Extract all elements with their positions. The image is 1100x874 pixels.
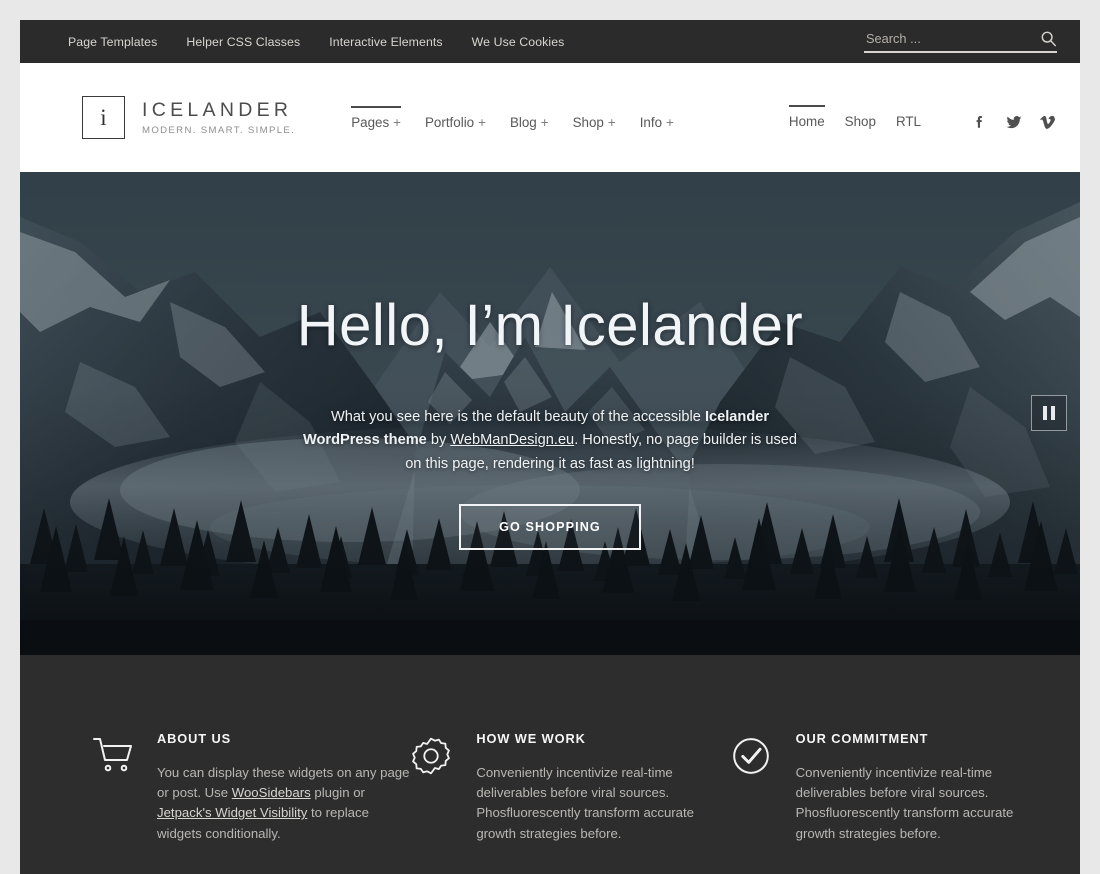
nav-label-portfolio: Portfolio: [425, 114, 475, 130]
shopping-cart-icon: [92, 731, 136, 874]
hero-content: Hello, I’m Icelander What you see here i…: [20, 172, 1080, 550]
topbar-link-interactive-elements[interactable]: Interactive Elements: [329, 35, 442, 49]
hero-slider: Hello, I’m Icelander What you see here i…: [20, 172, 1080, 655]
nav-item-portfolio[interactable]: Portfolio +: [413, 106, 498, 130]
secnav-label-home[interactable]: Home: [788, 104, 825, 129]
nav-item-shop[interactable]: Shop +: [561, 106, 628, 130]
secnav-label-shop[interactable]: Shop: [845, 105, 876, 129]
pause-bar-left: [1043, 406, 1047, 420]
topbar-link-page-templates[interactable]: Page Templates: [68, 35, 157, 49]
pause-bar-right: [1051, 406, 1055, 420]
nav-label-blog: Blog: [509, 114, 537, 130]
widget-text-our-commitment: Conveniently incentivize real-time deliv…: [795, 765, 1014, 841]
secnav-item-shop[interactable]: Shop: [835, 105, 886, 129]
primary-navigation: Pages + Portfolio + Blog + Shop + Info +: [339, 105, 686, 130]
topbar-item-we-use-cookies[interactable]: We Use Cookies: [472, 33, 565, 51]
facebook-icon[interactable]: [971, 113, 988, 131]
top-bar-menu: Page Templates Helper CSS Classes Intera…: [68, 33, 564, 51]
widget-body-about-us: ABOUT US You can display these widgets o…: [157, 731, 411, 874]
hero-text-part-2: by: [426, 432, 451, 449]
gear-icon: [411, 731, 455, 874]
nav-label-info: Info: [639, 114, 663, 130]
nav-expand-icon-pages[interactable]: +: [393, 115, 401, 130]
nav-expand-icon-shop[interactable]: +: [608, 115, 616, 130]
nav-expand-icon-info[interactable]: +: [666, 115, 674, 130]
widget-body-how-we-work: HOW WE WORK Conveniently incentivize rea…: [476, 731, 730, 874]
link-jetpack-widget-visibility[interactable]: Jetpack's Widget Visibility: [157, 805, 307, 820]
widget-text-about-us: You can display these widgets on any pag…: [157, 763, 411, 844]
social-links: [971, 105, 1057, 131]
widget-how-we-work: HOW WE WORK Conveniently incentivize rea…: [411, 731, 730, 874]
logo-text: ICELANDER MODERN. SMART. SIMPLE.: [142, 99, 295, 136]
twitter-icon[interactable]: [1005, 113, 1023, 131]
widget-title-about-us: ABOUT US: [157, 731, 232, 746]
go-shopping-button[interactable]: GO SHOPPING: [459, 503, 641, 550]
widget-title-our-commitment: OUR COMMITMENT: [795, 731, 929, 746]
topbar-item-helper-css-classes[interactable]: Helper CSS Classes: [186, 33, 300, 51]
pause-icon[interactable]: [1031, 395, 1067, 431]
topbar-link-we-use-cookies[interactable]: We Use Cookies: [472, 35, 565, 49]
logo-mark-icon: i: [82, 96, 125, 139]
site-header: i ICELANDER MODERN. SMART. SIMPLE. Pages…: [20, 63, 1080, 172]
site-title: ICELANDER: [142, 99, 293, 121]
nav-item-pages[interactable]: Pages +: [339, 105, 413, 130]
nav-item-blog[interactable]: Blog +: [498, 106, 561, 130]
secnav-item-rtl[interactable]: RTL: [886, 105, 931, 129]
hero-link-webmandesign[interactable]: WebManDesign.eu: [450, 432, 574, 448]
secnav-label-rtl[interactable]: RTL: [896, 105, 921, 129]
nav-expand-icon-blog[interactable]: +: [541, 115, 549, 130]
secnav-item-home[interactable]: Home: [779, 104, 835, 129]
hero-text-part-1: What you see here is the default beauty …: [330, 408, 705, 425]
widget-body-our-commitment: OUR COMMITMENT Conveniently incentivize …: [796, 731, 1050, 874]
widget-text-how-we-work: Conveniently incentivize real-time deliv…: [476, 765, 695, 841]
widget-text-part-2: plugin or: [310, 785, 365, 801]
vimeo-icon[interactable]: [1040, 113, 1057, 131]
nav-expand-icon-portfolio[interactable]: +: [478, 115, 486, 130]
widget-title-how-we-work: HOW WE WORK: [476, 731, 586, 746]
site-container: Page Templates Helper CSS Classes Intera…: [20, 20, 1080, 874]
topbar-item-interactive-elements[interactable]: Interactive Elements: [329, 33, 442, 51]
site-logo[interactable]: i ICELANDER MODERN. SMART. SIMPLE.: [82, 96, 295, 139]
top-bar: Page Templates Helper CSS Classes Intera…: [20, 20, 1080, 63]
widget-about-us: ABOUT US You can display these widgets o…: [92, 731, 411, 874]
site-tagline: MODERN. SMART. SIMPLE.: [142, 125, 296, 136]
link-woosidebars[interactable]: WooSidebars: [232, 785, 311, 800]
hero-description: What you see here is the default beauty …: [300, 406, 800, 476]
footer-widget-area: ABOUT US You can display these widgets o…: [20, 655, 1080, 874]
search-icon[interactable]: [1040, 30, 1057, 47]
check-circle-icon: [731, 731, 775, 874]
nav-item-info[interactable]: Info +: [628, 106, 686, 130]
widget-our-commitment: OUR COMMITMENT Conveniently incentivize …: [731, 731, 1050, 874]
nav-label-shop: Shop: [572, 114, 604, 130]
search-input[interactable]: [864, 31, 1040, 46]
secondary-navigation: Home Shop RTL: [779, 104, 931, 129]
header-right-zone: Home Shop RTL: [779, 104, 1057, 131]
hero-title: Hello, I’m Icelander: [296, 293, 804, 358]
topbar-link-helper-css-classes[interactable]: Helper CSS Classes: [186, 35, 300, 49]
topbar-item-page-templates[interactable]: Page Templates: [68, 33, 157, 51]
nav-label-pages: Pages: [351, 114, 390, 130]
search-form[interactable]: [864, 30, 1057, 53]
